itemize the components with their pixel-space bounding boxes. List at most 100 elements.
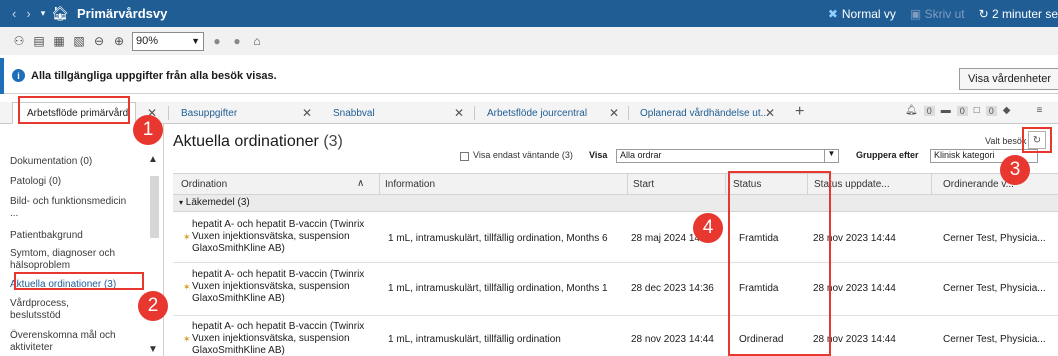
column-header-ordination[interactable]: Ordination [181,179,227,190]
order-start: 28 maj 2024 14 [631,233,700,244]
message-icon[interactable]: ▬ [941,105,951,116]
step-marker-3: 3 [1000,155,1030,185]
binoculars-icon[interactable]: ⚇ [12,34,26,48]
step-marker-1: 1 [133,115,163,145]
dropdown-icon[interactable]: ▾ [41,8,46,19]
sidebar-item-symtom[interactable]: Symtom, diagnoser och hälsoproblem [10,248,140,272]
house-icon[interactable]: ⌂ [250,34,264,48]
count-badge: 0 [956,105,968,116]
pending-star-icon: ✶ [183,334,191,344]
pending-star-icon: ✶ [183,232,191,242]
column-header-information[interactable]: Information [385,179,435,190]
order-orderer: Cerner Test, Physicia... [943,283,1046,294]
order-orderer: Cerner Test, Physicia... [943,233,1046,244]
info-icon: i [12,69,25,82]
order-name: ✶ hepatit A- och hepatit B-vaccin (Twinr… [183,321,365,356]
order-information: 1 mL, intramuskulärt, tillfällig ordinat… [388,283,608,294]
show-label: Visa [589,150,608,160]
chevron-down-icon: ▼ [824,149,838,163]
tab-basuppgifter[interactable]: Basuppgifter [181,102,237,124]
title-bar: ‹ › ▾ 🏠︎ Primärvårdsvy ✖ Normal vy ▣ Skr… [0,0,1058,27]
step-marker-4: 4 [693,213,723,243]
printer-icon: ▣ [909,6,925,21]
step-marker-2: 2 [138,291,168,321]
orders-table: Ordination ∧ Information Start Status St… [173,173,1058,356]
scrollbar-thumb[interactable] [150,176,159,238]
tab-divider [628,106,629,120]
order-name: ✶ hepatit A- och hepatit B-vaccin (Twinr… [183,219,365,254]
table-row[interactable]: ✶ hepatit A- och hepatit B-vaccin (Twinr… [173,213,1058,263]
info-message: Alla tillgängliga uppgifter från alla be… [31,69,277,82]
table-row[interactable]: ✶ hepatit A- och hepatit B-vaccin (Twinr… [173,264,1058,316]
sidebar-item-vardprocess[interactable]: Vårdprocess, beslutsstöd [10,298,110,322]
print-icon[interactable]: ▧ [72,34,86,48]
page-title: Aktuella ordinationer (3) [173,133,343,150]
toolbar: ⚇ ▤ ▦ ▧ ⊖ ⊕ 90% ▼ ● ● ⌂ [0,27,1058,55]
print-button[interactable]: ▣ Skriv ut [910,7,965,21]
zoom-in-icon[interactable]: ⊕ [112,34,126,48]
refresh-icon: ↻ [978,6,992,21]
tab-divider [168,106,169,120]
filter-bar: Visa endast väntande (3) Visa Alla ordra… [173,149,1058,165]
sidebar-item-patientbakgrund[interactable]: Patientbakgrund [10,230,150,242]
sidebar-item-dokumentation[interactable]: Dokumentation (0) [10,156,150,168]
sidebar-item-overenskomna-mal[interactable]: Överenskomna mål och aktiviteter [10,330,140,354]
info-accent [0,58,4,94]
close-icon[interactable]: ✕ [302,106,312,120]
home-icon[interactable]: 🏠︎ [51,5,69,22]
bell-icon[interactable]: 🔔︎ [905,105,918,116]
normal-view-icon: ✖ [827,6,838,21]
document-icon[interactable]: ▤ [32,34,46,48]
forward-arrow-icon[interactable]: › [26,6,30,21]
circle-icon[interactable]: ● [210,34,224,48]
table-row[interactable]: ✶ hepatit A- och hepatit B-vaccin (Twinr… [173,317,1058,356]
callout-box-refresh [1022,127,1052,153]
chevron-down-icon: ▼ [191,36,200,46]
callout-box-sidebar [14,272,144,290]
order-information: 1 mL, intramuskulärt, tillfällig ordinat… [388,233,608,244]
add-tab-icon[interactable]: + [795,103,804,121]
sort-up-icon[interactable]: ∧ [357,178,364,189]
tab-arbetsflode-jourcentral[interactable]: Arbetsflöde jourcentral [487,102,587,124]
zoom-out-icon[interactable]: ⊖ [92,34,106,48]
pending-only-label: Visa endast väntande (3) [473,150,573,160]
zoom-select[interactable]: 90% ▼ [132,31,204,51]
column-header-start[interactable]: Start [633,179,654,190]
collapse-icon[interactable]: ▾ [179,198,183,207]
sidebar: Dokumentation (0) Patologi (0) Bild- och… [0,124,163,356]
scroll-down-icon[interactable]: ▼ [148,344,158,355]
tab-snabbval[interactable]: Snabbval [333,102,375,124]
normal-view-button[interactable]: Normal vy [842,7,896,21]
inbox-icon[interactable]: □ [974,105,980,116]
pending-star-icon: ✶ [183,282,191,292]
column-divider [931,174,932,196]
count-badge: 0 [985,105,997,116]
circle-icon[interactable]: ● [230,34,244,48]
sidebar-item-bild-funktionsmedicin[interactable]: Bild- och funktionsmedicin ... [10,196,135,220]
print-preview-icon[interactable]: ▦ [52,34,66,48]
show-select[interactable]: Alla ordrar ▼ [616,149,839,163]
scroll-up-icon[interactable]: ▲ [148,154,158,165]
tab-toolbar: 🔔︎ 0 ▬ 0 □ 0 ◆ ≡ [905,105,1042,116]
tab-oplanerad-vardhandelse[interactable]: Oplanerad vårdhändelse ut... [640,102,769,124]
pending-only-checkbox[interactable] [460,152,469,161]
count-badge: 0 [923,105,935,116]
close-icon[interactable]: ✕ [454,106,464,120]
order-orderer: Cerner Test, Physicia... [943,334,1046,345]
back-arrow-icon[interactable]: ‹ [12,6,16,21]
order-name: ✶ hepatit A- och hepatit B-vaccin (Twinr… [183,269,365,304]
callout-box-tab [18,96,130,124]
column-header-orderer[interactable]: Ordinerande v... [943,179,1014,190]
close-icon[interactable]: ✕ [765,106,775,120]
tag-icon[interactable]: ◆ [1003,105,1011,116]
group-row-lakemedel[interactable]: ▾ Läkemedel (3) [173,195,1058,212]
order-start: 28 nov 2023 14:44 [631,334,714,345]
refresh-status[interactable]: ↻ 2 minuter se [979,7,1058,21]
menu-icon[interactable]: ≡ [1037,105,1043,116]
close-icon[interactable]: ✕ [609,106,619,120]
show-care-units-button[interactable]: Visa vårdenheter [959,68,1058,90]
group-by-label: Gruppera efter [856,150,919,160]
sidebar-item-patologi[interactable]: Patologi (0) [10,176,150,188]
column-divider [379,174,380,196]
callout-box-status [728,171,831,356]
